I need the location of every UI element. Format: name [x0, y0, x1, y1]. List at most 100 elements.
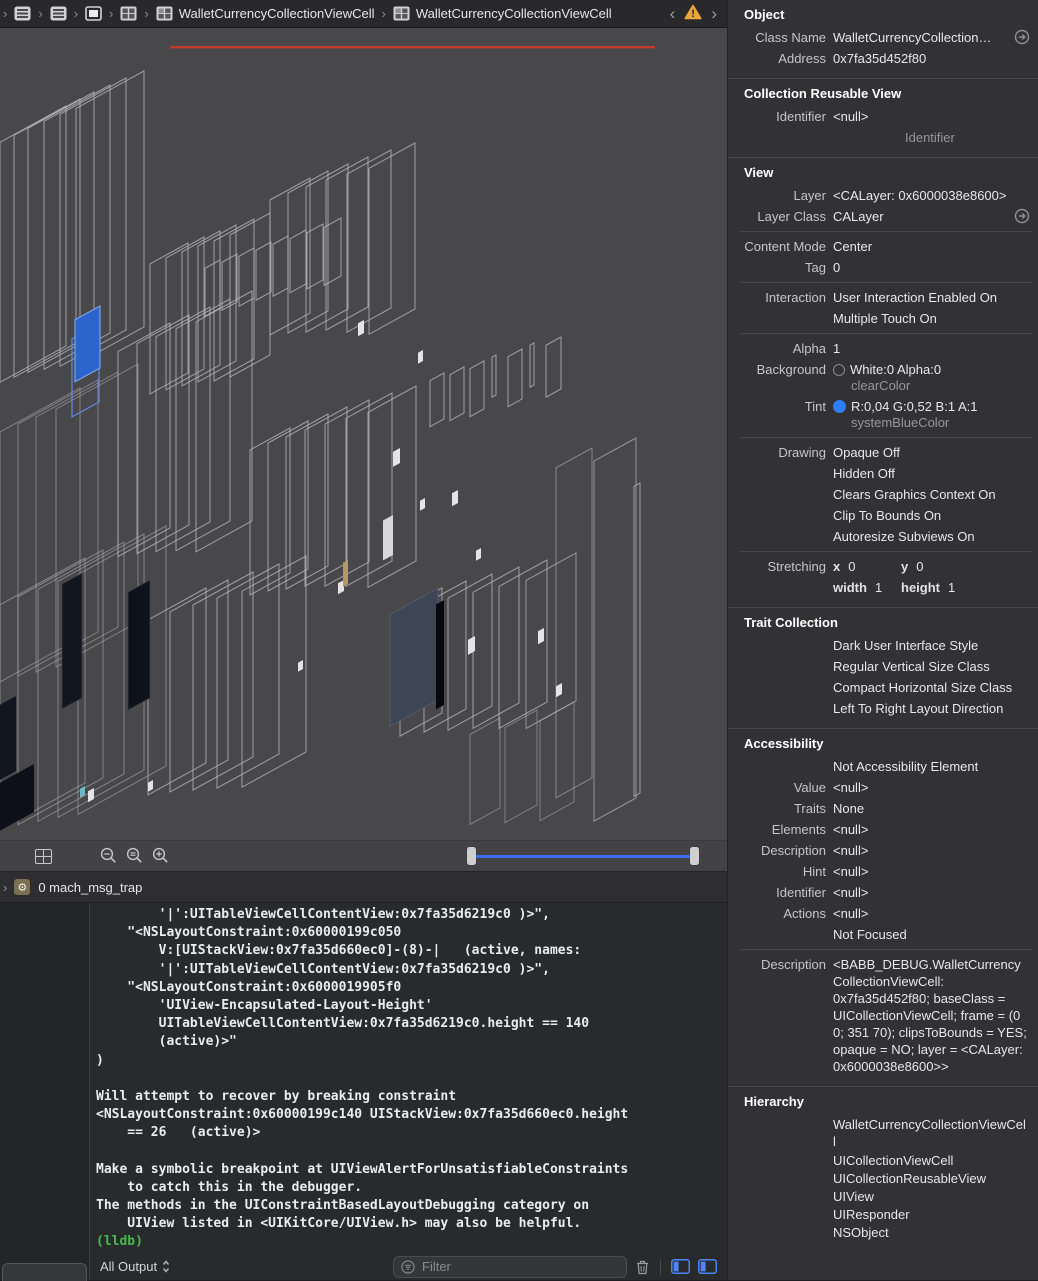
stretch-value: 1 — [875, 580, 882, 595]
stretch-value: 0 — [848, 559, 855, 574]
stretch-key: width — [833, 580, 867, 595]
value-line: Center — [833, 236, 1028, 257]
zoom-in-button[interactable] — [148, 844, 174, 868]
filter-input[interactable] — [420, 1258, 619, 1275]
inspector-row-label: Class Name — [736, 27, 826, 48]
toggle-console-view-button[interactable] — [698, 1259, 717, 1274]
console-output[interactable]: '|':UITableViewCellContentView:0x7fa35d6… — [90, 903, 727, 1253]
inspector-row: Left To Right Layout Direction — [736, 698, 1032, 719]
value-text: <null> — [833, 885, 868, 900]
zoom-actual-size-button[interactable] — [122, 844, 148, 868]
toggle-variables-view-button[interactable] — [671, 1259, 690, 1274]
jumpbar-crumb[interactable]: WalletCurrencyCollectionViewCell — [156, 6, 375, 21]
range-slider-right-handle[interactable] — [690, 847, 699, 865]
inspector-row-value: Not Focused — [833, 924, 1028, 945]
stretch-col: x0 — [833, 556, 901, 577]
value-line: <null> — [833, 106, 1028, 127]
value-line: <CALayer: 0x6000038e8600> — [833, 185, 1028, 206]
inspector-row-value: <null> — [833, 861, 1028, 882]
stack-frame-label[interactable]: 0 mach_msg_trap — [38, 880, 142, 895]
jumpbar-crumb[interactable] — [50, 6, 67, 21]
jumpbar-crumb[interactable] — [120, 6, 137, 21]
disclosure-arrow-button[interactable] — [1014, 29, 1030, 45]
value-text: R:0,04 G:0,52 B:1 A:1 — [851, 399, 977, 414]
output-scope-selector[interactable]: All Output — [100, 1259, 170, 1274]
inspector-section-accessibility: AccessibilityNot Accessibility ElementVa… — [728, 728, 1038, 1086]
console-line: V:[UIStackView:0x7fa35d660ec0]-(8)-| (ac… — [96, 942, 723, 960]
inspector-row-label: Actions — [736, 903, 826, 924]
inspector-row-label — [736, 635, 826, 656]
value-line: Dark User Interface Style — [833, 635, 1028, 656]
warning-icon[interactable] — [684, 4, 702, 23]
clear-console-button[interactable] — [635, 1259, 650, 1275]
inspector-row-label — [736, 484, 826, 505]
canvas-toolbar — [0, 840, 727, 871]
value-text: Dark User Interface Style — [833, 638, 978, 653]
value-text: Multiple Touch On — [833, 311, 937, 326]
variables-view[interactable] — [0, 903, 90, 1280]
range-slider-left-handle[interactable] — [467, 847, 476, 865]
view-debugger-canvas[interactable] — [0, 28, 727, 840]
view-hierarchy-3d-wireframe[interactable] — [0, 28, 727, 840]
value-line: 0 — [833, 257, 1028, 278]
inspector-row-label — [736, 677, 826, 698]
inspector-row-value: Dark User Interface Style — [833, 635, 1028, 656]
row-divider — [740, 231, 1032, 232]
row-divider — [740, 333, 1032, 334]
inspector-row: Layer<CALayer: 0x6000038e8600> — [736, 185, 1032, 206]
forward-button[interactable]: › — [711, 5, 717, 22]
inspector-row: Content ModeCenter — [736, 236, 1032, 257]
row-divider — [740, 437, 1032, 438]
object-inspector-panel: ObjectClass NameWalletCurrencyCollection… — [727, 0, 1038, 1280]
jump-bar: ›››››WalletCurrencyCollectionViewCell›Wa… — [0, 0, 727, 28]
inspector-section-object: ObjectClass NameWalletCurrencyCollection… — [728, 0, 1038, 78]
color-swatch-clear — [833, 364, 845, 376]
value-line: <null> — [833, 882, 1028, 903]
row-divider — [740, 282, 1032, 283]
inspector-row-label: Drawing — [736, 442, 826, 463]
breadcrumb-separator: › — [109, 6, 113, 21]
value-line: <null> — [833, 840, 1028, 861]
jumpbar-crumb[interactable] — [85, 6, 102, 21]
inspector-row: Class NameWalletCurrencyCollection… — [736, 27, 1032, 48]
inspector-row: Not Focused — [736, 924, 1032, 945]
inspector-row: UIResponder — [736, 1206, 1032, 1224]
value-text: 0 — [833, 260, 840, 275]
xcode-view-debugger-window: ›››››WalletCurrencyCollectionViewCell›Wa… — [0, 0, 1038, 1280]
inspector-row: UICollectionReusableView — [736, 1170, 1032, 1188]
section-title: Trait Collection — [744, 613, 1032, 633]
disclosure-chevron[interactable]: › — [3, 880, 7, 895]
value-line: <null> — [833, 861, 1028, 882]
inspector-row-value: <null> — [833, 903, 1028, 924]
inspector-row-label: Background — [736, 359, 826, 396]
section-title: Object — [744, 5, 1032, 25]
back-button[interactable]: ‹ — [670, 5, 676, 22]
view-mode-button[interactable] — [30, 844, 56, 868]
zoom-out-button[interactable] — [96, 844, 122, 868]
jumpbar-crumb[interactable]: WalletCurrencyCollectionViewCell — [393, 6, 612, 21]
inspector-row: Address0x7fa35d452f80 — [736, 48, 1032, 69]
row-divider — [740, 949, 1032, 950]
inspector-row-value: None — [833, 798, 1028, 819]
inspector-row-value: Clears Graphics Context On — [833, 484, 1028, 505]
color-swatch-blue — [833, 400, 846, 413]
value-text: <null> — [833, 906, 868, 921]
popup-chevrons-icon — [162, 1260, 170, 1273]
inspector-row: InteractionUser Interaction Enabled On — [736, 287, 1032, 308]
section-title: Accessibility — [744, 734, 1032, 754]
inspector-row: Layer ClassCALayer — [736, 206, 1032, 227]
variables-view-bottom-panel[interactable] — [2, 1263, 87, 1281]
visible-range-slider[interactable] — [467, 847, 699, 865]
value-line: Compact Horizontal Size Class — [833, 677, 1028, 698]
console-line: Will attempt to recover by breaking cons… — [96, 1088, 723, 1106]
selected-view[interactable] — [75, 306, 100, 382]
value-line: Left To Right Layout Direction — [833, 698, 1028, 719]
console-filter-field[interactable] — [393, 1256, 627, 1278]
inspector-row-label: Hint — [736, 861, 826, 882]
disclosure-arrow-button[interactable] — [1014, 208, 1030, 224]
pane-left-filled-icon-2 — [698, 1259, 717, 1274]
value-line: Not Focused — [833, 924, 1028, 945]
value-text: Identifier — [905, 130, 955, 145]
jumpbar-nav: ‹› — [670, 4, 721, 23]
jumpbar-crumb[interactable] — [14, 6, 31, 21]
